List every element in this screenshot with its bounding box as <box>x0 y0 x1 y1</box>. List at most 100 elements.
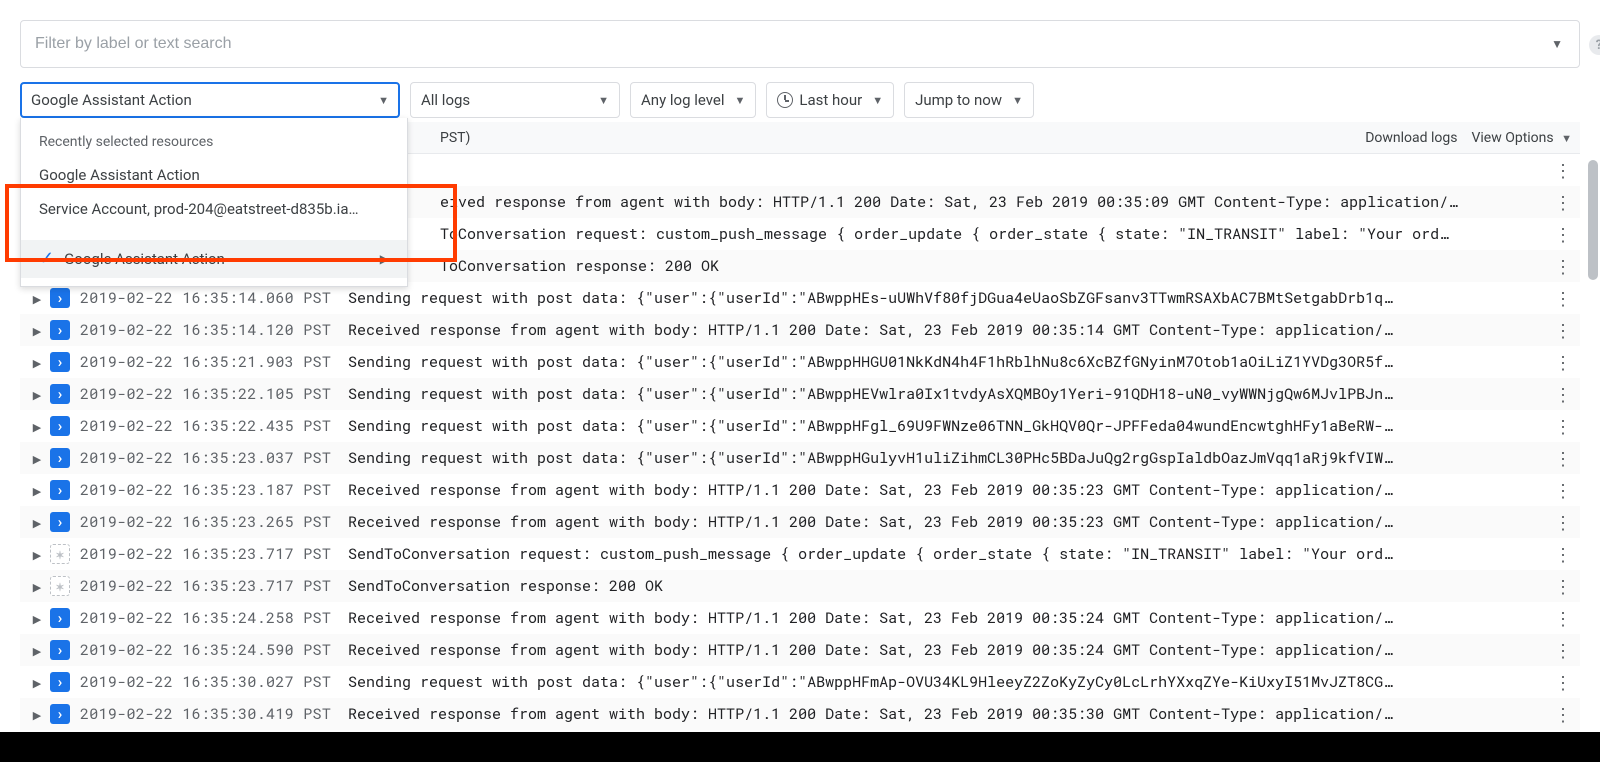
clock-icon <box>777 92 793 108</box>
row-menu-icon[interactable]: ⋮ <box>1554 545 1572 563</box>
log-row[interactable]: ▶2019-02-22 16:35:23.187 PSTReceived res… <box>20 474 1580 506</box>
log-timestamp: 2019-02-22 16:35:30.419 PST <box>80 704 348 724</box>
view-options-dropdown[interactable]: View Options ▼ <box>1471 130 1572 146</box>
expand-icon[interactable]: ▶ <box>28 547 46 562</box>
expand-icon[interactable]: ▶ <box>28 387 46 402</box>
expand-icon[interactable]: ▶ <box>28 515 46 530</box>
log-timestamp: 2019-02-22 16:35:22.435 PST <box>80 416 348 436</box>
log-row[interactable]: ▶2019-02-22 16:35:14.120 PSTReceived res… <box>20 314 1580 346</box>
log-message: Sending request with post data: {"user":… <box>348 448 1548 468</box>
log-message: SendToConversation request: custom_push_… <box>348 544 1548 564</box>
log-row[interactable]: ▶ 2019-02-22 16:35:30.419 PSTReceived res… <box>20 698 1580 730</box>
severity-icon <box>50 448 70 468</box>
chevron-down-icon: ▼ <box>735 94 746 107</box>
expand-icon[interactable]: ▶ <box>28 419 46 434</box>
dropdown-selected-label: Google Assistant Action <box>64 250 225 268</box>
log-row[interactable]: ▶2019-02-22 16:35:24.258 PSTReceived res… <box>20 602 1580 634</box>
row-menu-icon[interactable]: ⋮ <box>1554 577 1572 595</box>
logs-dropdown[interactable]: All logs ▼ <box>410 82 620 118</box>
log-message: Received response from agent with body: … <box>348 512 1548 532</box>
expand-icon[interactable]: ▶ <box>28 483 46 498</box>
row-menu-icon[interactable]: ⋮ <box>1554 705 1572 723</box>
severity-icon <box>50 512 70 532</box>
log-row[interactable]: ▶ 2019-02-22 16:35:23.037 PSTSending requ… <box>20 442 1580 474</box>
scrollbar[interactable] <box>1588 160 1598 590</box>
log-timestamp: 2019-02-22 16:35:24.258 PST <box>80 608 348 628</box>
row-menu-icon[interactable]: ⋮ <box>1554 449 1572 467</box>
row-menu-icon[interactable]: ⋮ <box>1554 257 1572 275</box>
log-message: SendToConversation response: 200 OK <box>348 576 1548 596</box>
resource-dropdown[interactable]: Google Assistant Action ▼ <box>20 82 400 118</box>
expand-icon[interactable]: ▶ <box>28 707 46 722</box>
log-timestamp: 2019-02-22 16:35:23.265 PST <box>80 512 348 532</box>
severity-icon <box>50 672 70 692</box>
log-message: Received response from agent with body: … <box>348 640 1548 660</box>
log-row[interactable]: ▶2019-02-22 16:35:23.717 PSTSendToConver… <box>20 538 1580 570</box>
expand-icon[interactable]: ▶ <box>28 611 46 626</box>
filter-input[interactable] <box>33 34 1547 54</box>
help-icon[interactable]: ? <box>1589 35 1600 55</box>
log-row[interactable]: ▶ 2019-02-22 16:35:23.265 PSTReceived res… <box>20 506 1580 538</box>
log-row[interactable]: ▶2019-02-22 16:35:22.105 PSTSending requ… <box>20 378 1580 410</box>
chevron-down-icon: ▼ <box>872 94 883 107</box>
log-message: Received response from agent with body: … <box>348 320 1548 340</box>
row-menu-icon[interactable]: ⋮ <box>1554 353 1572 371</box>
expand-icon[interactable]: ▶ <box>28 579 46 594</box>
expand-icon[interactable]: ▶ <box>28 675 46 690</box>
expand-icon[interactable]: ▶ <box>28 355 46 370</box>
chevron-down-icon: ▼ <box>1561 132 1572 145</box>
filter-bar: ▼ ? <box>20 20 1580 68</box>
severity-icon <box>50 640 70 660</box>
severity-icon <box>50 608 70 628</box>
severity-icon <box>50 416 70 436</box>
dropdown-selected-item[interactable]: ✓ Google Assistant Action ▶ <box>21 240 407 278</box>
loglevel-dropdown-label: Any log level <box>641 91 725 109</box>
row-menu-icon[interactable]: ⋮ <box>1554 289 1572 307</box>
row-menu-icon[interactable]: ⋮ <box>1554 609 1572 627</box>
row-menu-icon[interactable]: ⋮ <box>1554 321 1572 339</box>
download-logs-link[interactable]: Download logs <box>1365 130 1457 146</box>
log-timestamp: 2019-02-22 16:35:22.105 PST <box>80 384 348 404</box>
log-timestamp: 2019-02-22 16:35:23.187 PST <box>80 480 348 500</box>
tz-fragment: PST) <box>440 130 470 146</box>
log-row[interactable]: ▶2019-02-22 16:35:24.590 PSTReceived res… <box>20 634 1580 666</box>
log-row[interactable]: ▶2019-02-22 16:35:21.903 PSTSending requ… <box>20 346 1580 378</box>
row-menu-icon[interactable]: ⋮ <box>1554 641 1572 659</box>
row-menu-icon[interactable]: ⋮ <box>1554 673 1572 691</box>
expand-icon[interactable]: ▶ <box>28 323 46 338</box>
log-timestamp: 2019-02-22 16:35:14.060 PST <box>80 288 348 308</box>
severity-icon <box>50 544 70 564</box>
check-icon: ✓ <box>39 250 54 268</box>
log-row[interactable]: ▶ 2019-02-22 16:35:22.435 PSTSending requ… <box>20 410 1580 442</box>
filter-dropdown-caret[interactable]: ▼ <box>1547 33 1567 55</box>
severity-icon <box>50 704 70 724</box>
logs-dropdown-label: All logs <box>421 91 470 109</box>
controls-row: Google Assistant Action ▼ All logs ▼ Any… <box>20 82 1580 118</box>
row-menu-icon[interactable]: ⋮ <box>1554 417 1572 435</box>
log-row[interactable]: ▶2019-02-22 16:35:30.027 PSTSending requ… <box>20 666 1580 698</box>
log-message: Sending request with post data: {"user":… <box>348 352 1548 372</box>
row-menu-icon[interactable]: ⋮ <box>1554 193 1572 211</box>
expand-icon[interactable]: ▶ <box>28 451 46 466</box>
log-message: Received response from agent with body: … <box>348 704 1548 724</box>
row-menu-icon[interactable]: ⋮ <box>1554 161 1572 179</box>
chevron-down-icon: ▼ <box>598 94 609 107</box>
log-row[interactable]: ▶2019-02-22 16:35:23.717 PSTSendToConver… <box>20 570 1580 602</box>
log-timestamp: 2019-02-22 16:35:23.037 PST <box>80 448 348 468</box>
dropdown-recent-item[interactable]: Google Assistant Action <box>21 158 407 192</box>
row-menu-icon[interactable]: ⋮ <box>1554 385 1572 403</box>
row-menu-icon[interactable]: ⋮ <box>1554 513 1572 531</box>
expand-icon[interactable]: ▶ <box>28 291 46 306</box>
log-message: Sending request with post data: {"user":… <box>348 416 1548 436</box>
time-dropdown-label: Last hour <box>799 91 862 109</box>
severity-icon <box>50 480 70 500</box>
scroll-thumb[interactable] <box>1588 160 1598 280</box>
log-message: eived response from agent with body: HTT… <box>440 192 1548 212</box>
row-menu-icon[interactable]: ⋮ <box>1554 225 1572 243</box>
dropdown-recent-item[interactable]: Service Account, prod-204@eatstreet-d835… <box>21 192 407 226</box>
time-dropdown[interactable]: Last hour ▼ <box>766 82 894 118</box>
row-menu-icon[interactable]: ⋮ <box>1554 481 1572 499</box>
jump-dropdown[interactable]: Jump to now ▼ <box>904 82 1034 118</box>
loglevel-dropdown[interactable]: Any log level ▼ <box>630 82 756 118</box>
expand-icon[interactable]: ▶ <box>28 643 46 658</box>
